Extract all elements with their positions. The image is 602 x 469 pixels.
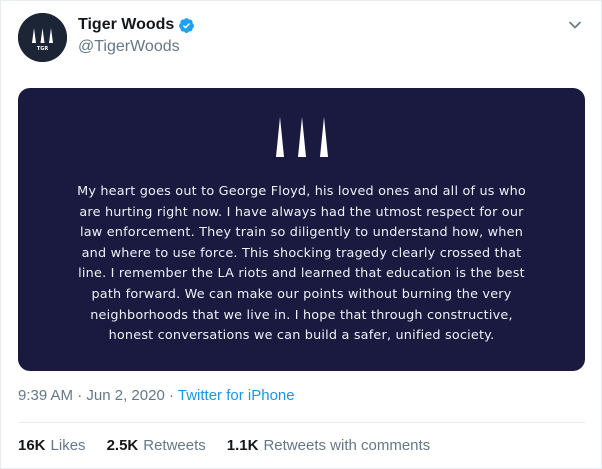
author-name-row: Tiger Woods: [78, 16, 195, 34]
meta-separator: ·: [168, 387, 174, 404]
author-handle[interactable]: @TigerWoods: [78, 38, 180, 56]
likes-stat[interactable]: 16K Likes: [18, 437, 86, 454]
tweet-source-link[interactable]: Twitter for iPhone: [178, 387, 295, 404]
divider: [18, 422, 585, 423]
statement-image[interactable]: My heart goes out to George Floyd, his l…: [18, 88, 585, 371]
likes-label: Likes: [50, 437, 86, 454]
tweet-time[interactable]: 9:39 AM: [18, 387, 73, 404]
avatar-monogram: TGR: [37, 46, 49, 52]
tgr-logo-icon: TGR: [18, 13, 67, 62]
retweets-count: 2.5K: [106, 437, 139, 454]
likes-count: 16K: [18, 437, 46, 454]
meta-separator: ·: [77, 387, 83, 404]
tweet-card: TGR Tiger Woods @TigerWoods My heart goe…: [0, 0, 602, 469]
engagement-stats: 16K Likes 2.5K Retweets 1.1K Retweets with …: [18, 437, 451, 454]
tgr-three-peaks-icon: [270, 116, 334, 163]
retweets-stat[interactable]: 2.5K Retweets: [107, 437, 206, 454]
statement-text: My heart goes out to George Floyd, his l…: [77, 184, 526, 344]
quote-tweets-count: 1.1K: [226, 437, 259, 454]
retweets-label: Retweets: [143, 437, 206, 454]
avatar[interactable]: TGR: [18, 13, 67, 62]
tweet-meta: 9:39 AM · Jun 2, 2020 · Twitter for iPho…: [18, 387, 295, 404]
quote-tweets-stat[interactable]: 1.1K Retweets with comments: [227, 437, 430, 454]
quote-tweets-label: Retweets with comments: [263, 437, 431, 454]
chevron-down-icon[interactable]: [567, 17, 583, 33]
display-name[interactable]: Tiger Woods: [78, 16, 174, 34]
verified-badge-icon: [178, 17, 195, 34]
tweet-date[interactable]: Jun 2, 2020: [86, 387, 164, 404]
